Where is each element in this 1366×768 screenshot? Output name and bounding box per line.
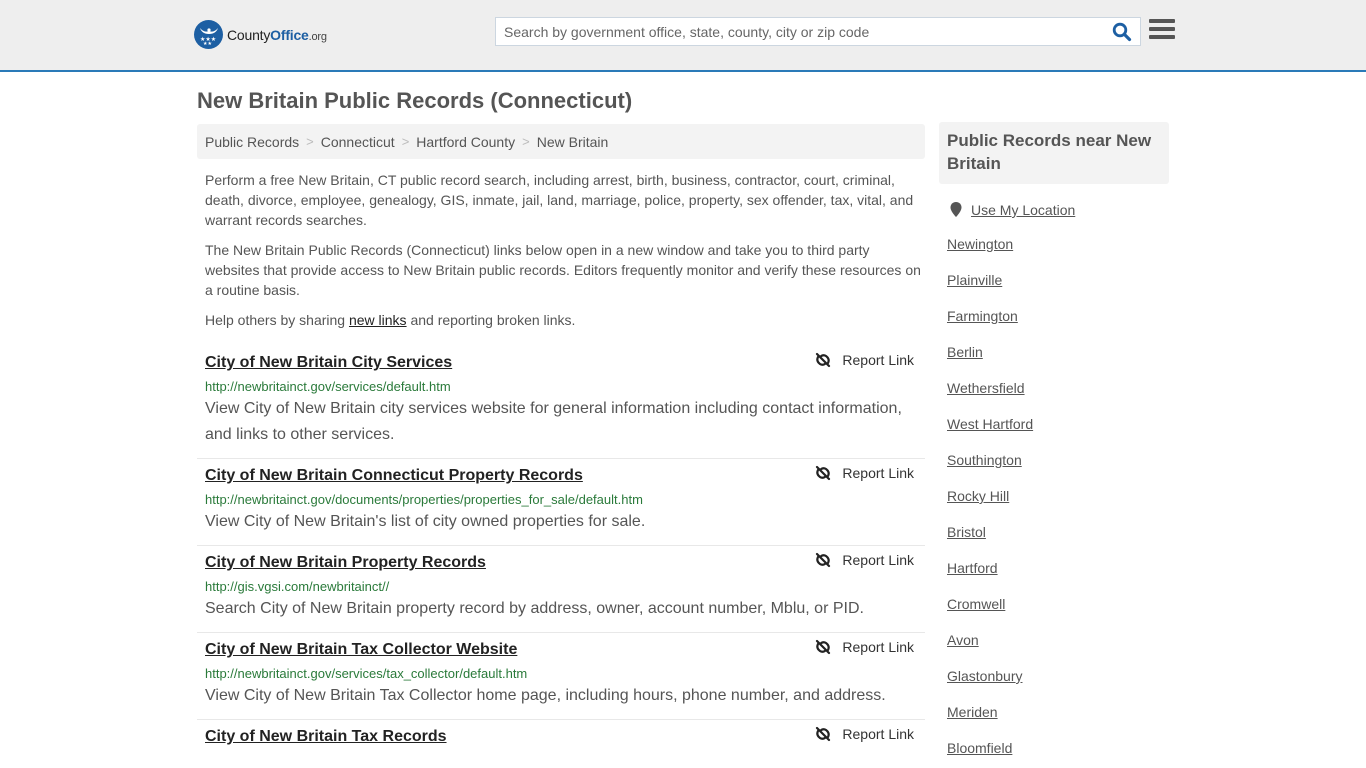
broken-link-icon bbox=[816, 552, 831, 568]
use-my-location: Use My Location bbox=[939, 202, 1169, 218]
list-item: Berlin bbox=[947, 334, 1169, 370]
records-list: City of New Britain City Services Report… bbox=[197, 346, 925, 758]
broken-link-icon bbox=[816, 465, 831, 481]
list-item: West Hartford bbox=[947, 406, 1169, 442]
report-link-button[interactable]: Report Link bbox=[815, 552, 914, 568]
eagle-stars-icon: ★★★ ★★ bbox=[194, 20, 223, 49]
logo-text: CountyOffice.org bbox=[227, 26, 327, 43]
list-item: Plainville bbox=[947, 262, 1169, 298]
record-item: City of New Britain Connecticut Property… bbox=[197, 459, 925, 546]
list-item: Meriden bbox=[947, 694, 1169, 730]
record-item: City of New Britain Tax Collector Websit… bbox=[197, 633, 925, 720]
use-my-location-link[interactable]: Use My Location bbox=[971, 202, 1075, 218]
broken-link-icon bbox=[816, 726, 831, 742]
breadcrumb-connecticut[interactable]: Connecticut bbox=[321, 134, 395, 150]
nearby-city-link[interactable]: Meriden bbox=[947, 704, 998, 720]
breadcrumb-new-britain[interactable]: New Britain bbox=[537, 134, 609, 150]
nearby-city-link[interactable]: Bloomfield bbox=[947, 740, 1012, 756]
page-title: New Britain Public Records (Connecticut) bbox=[197, 88, 633, 113]
map-pin-icon bbox=[950, 202, 962, 217]
hamburger-menu-button[interactable] bbox=[1149, 19, 1175, 43]
hamburger-menu-icon bbox=[1149, 19, 1175, 23]
nearby-city-link[interactable]: West Hartford bbox=[947, 416, 1033, 432]
breadcrumb-separator: > bbox=[306, 134, 314, 149]
list-item: Wethersfield bbox=[947, 370, 1169, 406]
record-description: View City of New Britain's list of city … bbox=[205, 513, 646, 530]
site-header: ★★★ ★★ CountyOffice.org bbox=[0, 0, 1366, 72]
list-item: Avon bbox=[947, 622, 1169, 658]
breadcrumb-hartford-county[interactable]: Hartford County bbox=[416, 134, 515, 150]
record-title-link[interactable]: City of New Britain Tax Collector Websit… bbox=[205, 639, 517, 661]
nearby-city-link[interactable]: Avon bbox=[947, 632, 979, 648]
record-url: http://newbritainct.gov/services/default… bbox=[205, 379, 451, 394]
help-paragraph: Help others by sharing new links and rep… bbox=[205, 312, 576, 328]
new-links-link[interactable]: new links bbox=[349, 312, 407, 328]
record-title-link[interactable]: City of New Britain Tax Records bbox=[205, 726, 447, 748]
record-description: Search City of New Britain property reco… bbox=[205, 600, 864, 617]
nearby-city-link[interactable]: Southington bbox=[947, 452, 1022, 468]
record-title-link[interactable]: City of New Britain City Services bbox=[205, 352, 452, 374]
record-title-link[interactable]: City of New Britain Property Records bbox=[205, 552, 486, 574]
nearby-city-link[interactable]: Hartford bbox=[947, 560, 998, 576]
intro-text: Perform a free New Britain, CT public re… bbox=[205, 170, 921, 340]
search-input[interactable] bbox=[496, 18, 1106, 45]
nearby-city-link[interactable]: Wethersfield bbox=[947, 380, 1025, 396]
nearby-city-link[interactable]: Berlin bbox=[947, 344, 983, 360]
list-item: Southington bbox=[947, 442, 1169, 478]
list-item: Hartford bbox=[947, 550, 1169, 586]
broken-link-icon bbox=[816, 639, 831, 655]
nearby-city-link[interactable]: Rocky Hill bbox=[947, 488, 1009, 504]
svg-text:★★: ★★ bbox=[203, 41, 212, 45]
record-url: http://newbritainct.gov/documents/proper… bbox=[205, 492, 643, 507]
list-item: Cromwell bbox=[947, 586, 1169, 622]
report-link-button[interactable]: Report Link bbox=[815, 465, 914, 481]
record-url: http://gis.vgsi.com/newbritainct// bbox=[205, 579, 390, 594]
record-description: View City of New Britain Tax Collector h… bbox=[205, 687, 886, 704]
breadcrumb-public-records[interactable]: Public Records bbox=[205, 134, 299, 150]
report-link-button[interactable]: Report Link bbox=[815, 726, 914, 742]
nearby-city-link[interactable]: Farmington bbox=[947, 308, 1018, 324]
nearby-sidebar: Public Records near New Britain Use My L… bbox=[939, 122, 1169, 766]
list-item: Newington bbox=[947, 226, 1169, 262]
record-item: City of New Britain City Services Report… bbox=[197, 346, 925, 459]
breadcrumb-separator: > bbox=[522, 134, 530, 149]
record-description: View City of New Britain city services w… bbox=[205, 400, 902, 443]
nearby-city-link[interactable]: Glastonbury bbox=[947, 668, 1022, 684]
list-item: Glastonbury bbox=[947, 658, 1169, 694]
record-title-link[interactable]: City of New Britain Connecticut Property… bbox=[205, 465, 583, 487]
record-item: City of New Britain Tax Records Report L… bbox=[197, 720, 925, 758]
nearby-city-link[interactable]: Bristol bbox=[947, 524, 986, 540]
list-item: Bloomfield bbox=[947, 730, 1169, 766]
record-item: City of New Britain Property Records Rep… bbox=[197, 546, 925, 633]
breadcrumb-separator: > bbox=[401, 134, 410, 149]
report-link-button[interactable]: Report Link bbox=[815, 352, 914, 368]
site-logo[interactable]: ★★★ ★★ CountyOffice.org bbox=[194, 20, 327, 49]
record-url: http://newbritainct.gov/services/tax_col… bbox=[205, 666, 528, 681]
list-item: Farmington bbox=[947, 298, 1169, 334]
intro-paragraph: Perform a free New Britain, CT public re… bbox=[205, 172, 914, 228]
broken-link-icon bbox=[816, 352, 831, 368]
report-link-button[interactable]: Report Link bbox=[815, 639, 914, 655]
search-box bbox=[495, 17, 1141, 46]
nearby-cities-list: Newington Plainville Farmington Berlin W… bbox=[939, 226, 1169, 766]
search-button[interactable] bbox=[1112, 22, 1134, 42]
breadcrumb: Public Records > Connecticut > Hartford … bbox=[197, 124, 925, 159]
nearby-city-link[interactable]: Plainville bbox=[947, 272, 1002, 288]
nearby-city-link[interactable]: Cromwell bbox=[947, 596, 1005, 612]
list-item: Bristol bbox=[947, 514, 1169, 550]
nearby-city-link[interactable]: Newington bbox=[947, 236, 1013, 252]
intro-paragraph: The New Britain Public Records (Connecti… bbox=[205, 242, 921, 298]
list-item: Rocky Hill bbox=[947, 478, 1169, 514]
sidebar-heading: Public Records near New Britain bbox=[939, 122, 1169, 184]
search-icon bbox=[1112, 22, 1132, 42]
